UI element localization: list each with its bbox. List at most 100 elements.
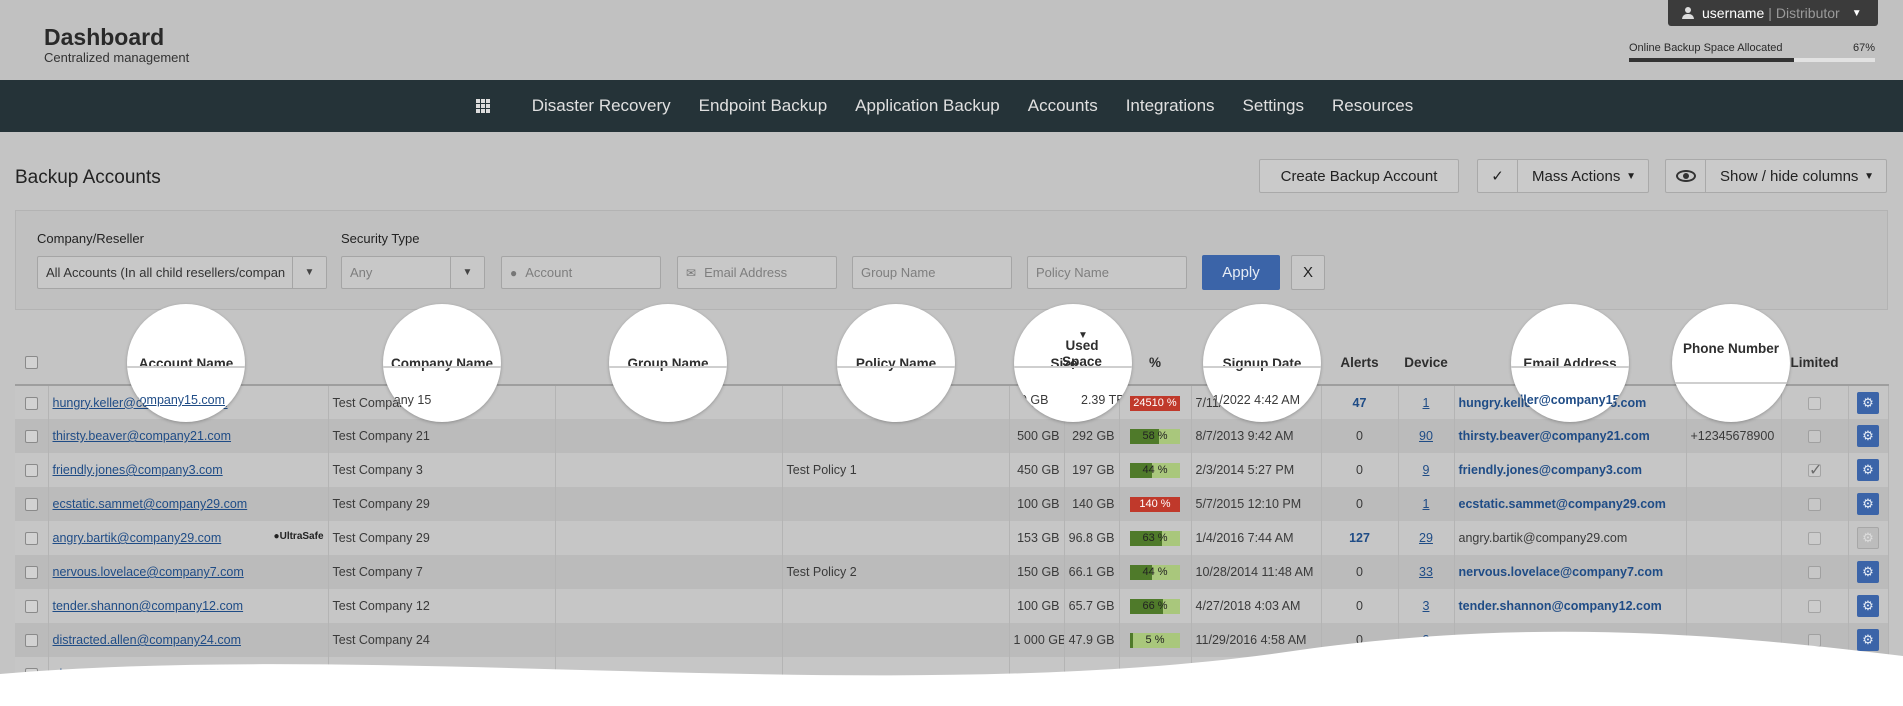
device-cell: 1 bbox=[1398, 487, 1455, 521]
nav-settings[interactable]: Settings bbox=[1243, 96, 1304, 116]
row-checkbox[interactable] bbox=[24, 566, 38, 580]
gear-icon[interactable]: ⚙ bbox=[1857, 391, 1879, 414]
row-checkbox[interactable] bbox=[24, 498, 38, 512]
spotlight-row-value[interactable]: hungry.keller@company15.com bbox=[1511, 393, 1629, 407]
security-badge: ●UltraSafe bbox=[274, 531, 324, 542]
phone-cell bbox=[1686, 521, 1782, 555]
limited-checkbox[interactable] bbox=[1808, 566, 1821, 580]
device-link[interactable]: 33 bbox=[1419, 565, 1433, 579]
gear-icon[interactable]: ⚙ bbox=[1857, 527, 1879, 549]
device-link[interactable]: 90 bbox=[1419, 429, 1433, 443]
gear-icon[interactable]: ⚙ bbox=[1857, 459, 1879, 481]
nav-resources[interactable]: Resources bbox=[1332, 96, 1413, 116]
spotlight-divider bbox=[383, 366, 501, 368]
show-hide-columns-button[interactable]: Show / hide columns ▼ bbox=[1665, 159, 1887, 193]
row-select-cell bbox=[15, 555, 49, 589]
nav-accounts[interactable]: Accounts bbox=[1028, 96, 1098, 116]
account-link[interactable]: friendly.jones@company3.com bbox=[53, 463, 223, 477]
limited-checkbox[interactable] bbox=[1808, 396, 1821, 410]
apply-button[interactable]: Apply bbox=[1202, 255, 1280, 290]
group-filter-input[interactable]: Group Name bbox=[852, 256, 1012, 289]
usage-percent-bar: 58 % bbox=[1130, 429, 1180, 444]
page-title: Backup Accounts bbox=[15, 167, 161, 188]
nav-endpoint-backup[interactable]: Endpoint Backup bbox=[699, 96, 828, 116]
spotlight-phone-number: Phone Number bbox=[1672, 304, 1790, 422]
nav-integrations[interactable]: Integrations bbox=[1126, 96, 1215, 116]
apps-grid-icon[interactable] bbox=[475, 99, 490, 113]
table-row[interactable]: ecstatic.sammet@company29.com Test Compan… bbox=[15, 487, 1889, 521]
gear-icon[interactable]: ⚙ bbox=[1857, 561, 1879, 583]
account-link[interactable]: ecstatic.sammet@company29.com bbox=[53, 497, 248, 511]
mass-actions-button[interactable]: ✓ Mass Actions ▼ bbox=[1477, 159, 1649, 193]
group-cell bbox=[555, 453, 783, 487]
phone-cell bbox=[1686, 555, 1782, 589]
email-value[interactable]: thirsty.beaver@company21.com bbox=[1459, 429, 1650, 443]
limited-checkbox[interactable] bbox=[1808, 460, 1822, 480]
alerts-count: 0 bbox=[1356, 565, 1363, 579]
policy-cell bbox=[782, 521, 1010, 555]
alerts-count[interactable]: 127 bbox=[1349, 531, 1370, 545]
show-hide-columns-label: Show / hide columns bbox=[1720, 167, 1859, 185]
email-value[interactable]: nervous.lovelace@company7.com bbox=[1459, 565, 1664, 579]
table-row[interactable]: thirsty.beaver@company21.com Test Company… bbox=[15, 419, 1889, 453]
company-select[interactable]: All Accounts (In all child resellers/com… bbox=[37, 256, 327, 289]
device-link[interactable]: 1 bbox=[1423, 396, 1430, 410]
policy-filter-input[interactable]: Policy Name bbox=[1027, 256, 1187, 289]
spotlight-row-value: 7/11/2022 4:42 AM bbox=[1203, 393, 1301, 407]
app-title: Dashboard bbox=[44, 24, 165, 50]
check-icon: ✓ bbox=[1478, 160, 1518, 192]
table-row[interactable]: nervous.lovelace@company7.com Test Compan… bbox=[15, 555, 1889, 589]
user-menu-button[interactable]: username | Distributor ▼ bbox=[1668, 0, 1878, 26]
account-link[interactable]: thirsty.beaver@company21.com bbox=[53, 429, 232, 443]
main-nav: Disaster Recovery Endpoint Backup Applic… bbox=[0, 80, 1903, 132]
usage-percent-text: 58 % bbox=[1142, 430, 1168, 442]
row-checkbox[interactable] bbox=[24, 464, 38, 478]
chevron-down-icon: ▼ bbox=[1864, 170, 1874, 182]
chevron-down-icon[interactable]: ▼ bbox=[450, 257, 484, 288]
device-link[interactable]: 1 bbox=[1423, 497, 1430, 511]
spotlight-row-value[interactable]: hungry.keller@company15.com bbox=[127, 393, 225, 407]
email-filter-input[interactable]: ✉ Email Address bbox=[677, 256, 837, 289]
header-limited[interactable]: Limited bbox=[1781, 340, 1848, 386]
device-link[interactable]: 9 bbox=[1423, 463, 1430, 477]
security-type-select[interactable]: Any ▼ bbox=[341, 256, 485, 289]
device-link[interactable]: 29 bbox=[1419, 531, 1433, 545]
header-alerts[interactable]: Alerts bbox=[1321, 340, 1398, 386]
account-link[interactable]: angry.bartik@company29.com bbox=[53, 531, 222, 545]
row-checkbox[interactable] bbox=[24, 532, 38, 546]
nav-disaster-recovery[interactable]: Disaster Recovery bbox=[532, 96, 671, 116]
nav-application-backup[interactable]: Application Backup bbox=[855, 96, 1000, 116]
account-link[interactable]: nervous.lovelace@company7.com bbox=[53, 565, 244, 579]
table-row[interactable]: angry.bartik@company29.com ●UltraSafe Test… bbox=[15, 521, 1889, 555]
spotlight-group-name: Group Name bbox=[609, 304, 727, 422]
email-value[interactable]: ecstatic.sammet@company29.com bbox=[1459, 497, 1666, 511]
account-cell: thirsty.beaver@company21.com bbox=[48, 419, 329, 453]
limited-checkbox[interactable] bbox=[1808, 430, 1821, 444]
gear-icon[interactable]: ⚙ bbox=[1857, 425, 1879, 447]
actions-cell: ⚙ bbox=[1848, 487, 1889, 521]
account-filter-input[interactable]: ● Account bbox=[501, 256, 661, 289]
gear-icon[interactable]: ⚙ bbox=[1857, 493, 1879, 515]
chevron-down-icon[interactable]: ▼ bbox=[292, 257, 326, 288]
company-cell: Test Company 29 bbox=[328, 487, 556, 521]
email-cell: angry.bartik@company29.com bbox=[1454, 521, 1687, 555]
table-row[interactable]: friendly.jones@company3.com Test Company … bbox=[15, 453, 1889, 487]
spotlight-label: Group Name bbox=[627, 356, 709, 371]
mass-actions-label: Mass Actions bbox=[1532, 167, 1621, 185]
email-value[interactable]: friendly.jones@company3.com bbox=[1459, 463, 1643, 477]
select-all-checkbox[interactable] bbox=[25, 356, 38, 370]
create-backup-account-button[interactable]: Create Backup Account bbox=[1259, 159, 1459, 193]
email-placeholder: Email Address bbox=[704, 265, 788, 280]
clear-filters-button[interactable]: X bbox=[1291, 255, 1325, 290]
spotlight-label: Phone Number bbox=[1682, 341, 1779, 356]
header-actions bbox=[1848, 340, 1888, 386]
limited-checkbox[interactable] bbox=[1808, 498, 1821, 512]
spotlight-label: Account Name bbox=[138, 356, 234, 371]
header-device[interactable]: Device bbox=[1398, 340, 1454, 386]
limited-cell bbox=[1781, 453, 1849, 487]
row-checkbox[interactable] bbox=[24, 396, 38, 410]
row-checkbox[interactable] bbox=[24, 430, 38, 444]
limited-checkbox[interactable] bbox=[1808, 532, 1821, 546]
alerts-count[interactable]: 47 bbox=[1353, 396, 1367, 410]
actions-cell: ⚙ bbox=[1848, 453, 1889, 487]
